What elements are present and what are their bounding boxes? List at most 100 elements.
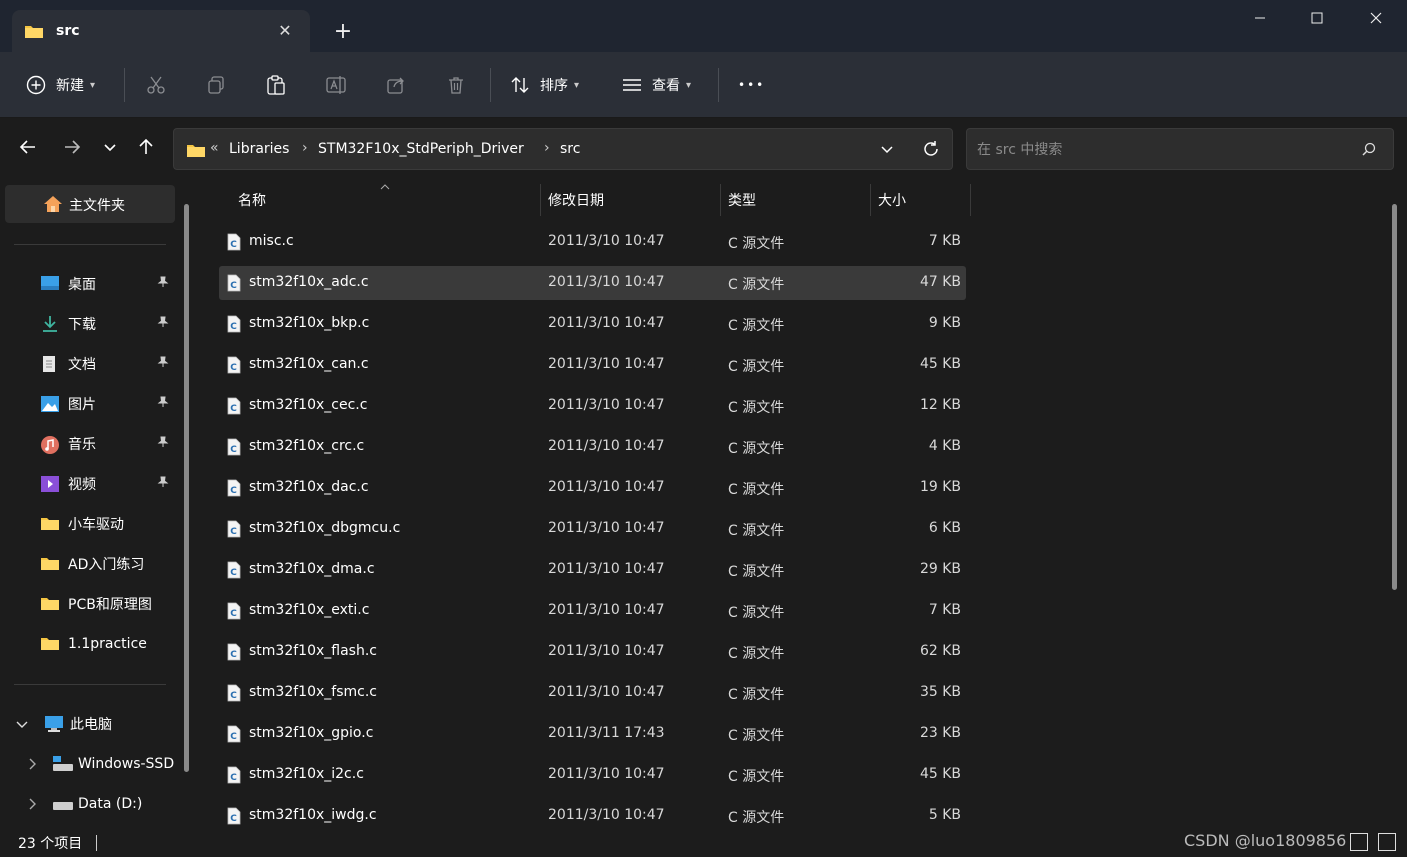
file-size: 29 KB [919,561,961,577]
download-icon [40,315,62,333]
search-input[interactable] [977,139,1347,161]
minimize-button[interactable] [1240,6,1280,34]
table-row[interactable]: Cstm32f10x_gpio.c 2011/3/11 17:43 C 源文件 23 … [219,717,966,751]
column-divider[interactable] [540,184,541,216]
sidebar-item-quick[interactable]: 图片 [40,387,96,421]
view-button[interactable]: 查看 ▾ [622,52,691,118]
breadcrumb-libraries[interactable]: Libraries [229,141,289,157]
pin-icon[interactable] [157,316,169,331]
pin-icon[interactable] [157,436,169,451]
sort-button[interactable]: 排序 ▾ [510,52,579,118]
sidebar-item-quick[interactable]: 桌面 [40,267,96,301]
file-list-scrollbar[interactable] [1392,204,1397,590]
search-icon[interactable] [1362,142,1376,156]
search-box[interactable] [966,128,1394,170]
divider [14,244,166,245]
column-header-type[interactable]: 类型 [728,182,756,218]
new-tab-button[interactable]: + [330,20,356,46]
rename-button[interactable] [326,52,348,118]
pin-icon[interactable] [157,396,169,411]
column-divider[interactable] [870,184,871,216]
details-view-button[interactable] [1350,833,1368,851]
sidebar-item-quick[interactable]: 小车驱动 [40,507,124,541]
file-size: 23 KB [919,725,961,741]
table-row[interactable]: Cstm32f10x_can.c 2011/3/10 10:47 C 源文件 45 K… [219,348,966,382]
table-row[interactable]: Cstm32f10x_flash.c 2011/3/10 10:47 C 源文件 62… [219,635,966,669]
table-row[interactable]: Cstm32f10x_dma.c 2011/3/10 10:47 C 源文件 29 K… [219,553,966,587]
sidebar-item-windows-ssd[interactable]: Windows-SSD [26,747,174,781]
sidebar-item-label: 主文件夹 [69,198,125,214]
tab-src[interactable]: src ✕ [12,10,310,52]
sidebar-item-quick[interactable]: 视频 [40,467,96,501]
command-bar: 新建 ▾ 排序 ▾ 查看 ▾ ••• [0,52,1407,118]
file-type: C 源文件 [728,482,785,498]
sidebar-item-quick[interactable]: 文档 [40,347,96,381]
sidebar-item-quick[interactable]: 下载 [40,307,96,341]
share-button[interactable] [386,52,406,118]
pin-icon[interactable] [157,356,169,371]
column-divider[interactable] [970,184,971,216]
column-divider[interactable] [720,184,721,216]
table-row[interactable]: Cstm32f10x_dac.c 2011/3/10 10:47 C 源文件 19 K… [219,471,966,505]
paste-button[interactable] [266,52,286,118]
cut-button[interactable] [146,52,166,118]
back-button[interactable] [14,138,42,162]
file-date: 2011/3/10 10:47 [548,356,665,372]
overflow-chevron[interactable]: « [210,140,219,156]
file-date: 2011/3/10 10:47 [548,397,665,413]
column-header-size[interactable]: 大小 [878,182,906,218]
sidebar-item-data-drive[interactable]: Data (D:) [26,787,142,821]
sidebar-item-home[interactable]: 主文件夹 [5,185,175,223]
breadcrumb-src[interactable]: src [560,141,580,157]
chevron-down-icon: ▾ [686,79,692,91]
delete-button[interactable] [446,52,466,118]
close-tab-icon[interactable]: ✕ [274,20,296,42]
file-name: stm32f10x_dma.c [249,561,375,577]
column-header-name[interactable]: 名称 [238,182,266,218]
recent-locations-button[interactable] [96,138,124,162]
table-row[interactable]: Cstm32f10x_dbgmcu.c 2011/3/10 10:47 C 源文件 6… [219,512,966,546]
table-row[interactable]: Cstm32f10x_exti.c 2011/3/10 10:47 C 源文件 7 K… [219,594,966,628]
svg-text:C: C [230,486,237,496]
refresh-icon[interactable] [922,140,940,158]
pin-icon[interactable] [157,476,169,491]
maximize-button[interactable] [1297,6,1337,34]
c-source-file-icon: C [227,725,241,743]
table-row[interactable]: Cmisc.c 2011/3/10 10:47 C 源文件 7 KB [219,225,966,259]
new-button[interactable]: 新建 ▾ [26,52,95,118]
sidebar-item-quick[interactable]: AD入门练习 [40,547,144,581]
file-size: 45 KB [919,356,961,372]
sidebar-item-quick[interactable]: 1.1practice [40,627,147,661]
sidebar-item-quick[interactable]: PCB和原理图 [40,587,152,621]
svg-text:C: C [230,773,237,783]
table-row[interactable]: Cstm32f10x_cec.c 2011/3/10 10:47 C 源文件 12 K… [219,389,966,423]
table-row[interactable]: Cstm32f10x_fsmc.c 2011/3/10 10:47 C 源文件 35 … [219,676,966,710]
forward-button[interactable] [58,138,86,162]
divider [490,68,491,102]
copy-button[interactable] [206,52,226,118]
close-window-button[interactable] [1356,6,1396,34]
file-size: 35 KB [919,684,961,700]
breadcrumb-driver[interactable]: STM32F10x_StdPeriph_Driver [318,141,524,157]
tiles-view-button[interactable] [1378,833,1396,851]
sidebar-item-this-pc[interactable]: 此电脑 [16,707,112,741]
file-type: C 源文件 [728,605,785,621]
file-size: 47 KB [919,274,961,290]
c-source-file-icon: C [227,643,241,661]
breadcrumb-separator[interactable]: › [302,140,308,156]
sidebar-item-quick[interactable]: 音乐 [40,427,96,461]
pin-icon[interactable] [157,276,169,291]
svg-text:C: C [230,691,237,701]
document-icon [40,355,62,373]
up-button[interactable] [132,138,160,162]
breadcrumb-separator[interactable]: › [544,140,550,156]
sidebar-scrollbar[interactable] [184,204,189,772]
address-bar[interactable]: « Libraries › STM32F10x_StdPeriph_Driver… [173,128,953,170]
more-options-button[interactable]: ••• [738,52,765,118]
column-header-date[interactable]: 修改日期 [548,182,604,218]
table-row[interactable]: Cstm32f10x_crc.c 2011/3/10 10:47 C 源文件 4 KB [219,430,966,464]
table-row[interactable]: Cstm32f10x_i2c.c 2011/3/10 10:47 C 源文件 45 K… [219,758,966,792]
table-row[interactable]: Cstm32f10x_adc.c 2011/3/10 10:47 C 源文件 47 K… [219,266,966,300]
chevron-down-icon[interactable] [880,142,894,156]
table-row[interactable]: Cstm32f10x_bkp.c 2011/3/10 10:47 C 源文件 9 KB [219,307,966,341]
